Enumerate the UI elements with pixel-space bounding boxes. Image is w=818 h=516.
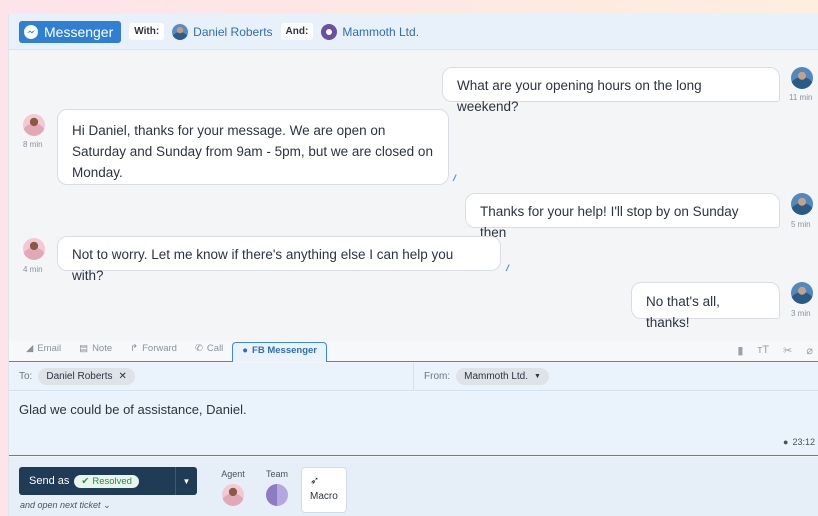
agent-selector[interactable]: Agent — [213, 469, 253, 506]
rocket-icon: ➶ — [310, 475, 320, 487]
send-icon: ◢ — [26, 343, 34, 354]
tab-email[interactable]: ◢ Email — [17, 340, 70, 361]
composer-tabs: ◢ Email ▤ Note ↱ Forward ✆ Call ● FB Mes… — [9, 341, 818, 362]
message-bubble: No that's all, thanks! — [631, 282, 780, 330]
customer-link[interactable]: Daniel Roberts — [172, 23, 273, 40]
customer-avatar — [791, 282, 813, 304]
reply-editor[interactable]: Glad we could be of assistance, Daniel. … — [9, 392, 818, 456]
sender-select[interactable]: Mammoth Ltd. ▼ — [456, 368, 549, 385]
message-text: No that's all, thanks! — [646, 294, 720, 330]
scissors-icon[interactable]: ✂ — [783, 344, 792, 357]
clock-icon: ● — [783, 437, 789, 447]
channel-label: Messenger — [44, 23, 114, 40]
note-icon: ▤ — [79, 343, 89, 354]
status-badge: ✔ Resolved — [74, 474, 139, 488]
next-ticket-option[interactable]: and open next ticket ⌄ — [20, 500, 111, 511]
tab-call[interactable]: ✆ Call — [186, 340, 232, 361]
status-label: Resolved — [92, 475, 132, 487]
message-text: Hi Daniel, thanks for your message. We a… — [72, 123, 433, 180]
team-selector[interactable]: Team — [257, 469, 297, 506]
tab-fb-messenger[interactable]: ● FB Messenger — [232, 342, 327, 362]
channel-badge: Messenger — [19, 20, 122, 43]
chevron-down-icon[interactable]: ▼ — [175, 467, 197, 495]
message-time: 4 min — [23, 265, 43, 274]
customer-avatar — [172, 23, 189, 40]
address-bar: To: Daniel Roberts ✕ From: Mammoth Ltd. … — [9, 363, 818, 391]
reply-text[interactable]: Glad we could be of assistance, Daniel. — [19, 402, 247, 417]
message-text: Not to worry. Let me know if there's any… — [72, 247, 454, 283]
message-bubble: Not to worry. Let me know if there's any… — [57, 236, 501, 283]
recipient-name: Daniel Roberts — [46, 371, 113, 382]
and-label: And: — [280, 23, 314, 40]
ticket-window: Messenger With: Daniel Roberts And: Mamm… — [8, 14, 818, 516]
composer-toolbar: ▮ ᴛT ✂ ⌀ — [737, 344, 813, 357]
message-bubble: Hi Daniel, thanks for your message. We a… — [57, 109, 449, 185]
organization-avatar — [321, 23, 338, 40]
send-label: Send as — [29, 475, 70, 487]
tab-label: Note — [92, 343, 113, 354]
sender-name: Mammoth Ltd. — [464, 371, 529, 382]
tab-label: Email — [37, 343, 62, 354]
customer-name: Daniel Roberts — [193, 24, 273, 39]
macro-button[interactable]: ➶ Macro — [301, 467, 347, 513]
messenger-icon: ● — [242, 345, 249, 356]
read-receipt-icon: // — [506, 263, 509, 273]
caret-down-icon: ▼ — [534, 373, 541, 380]
team-avatar — [266, 484, 288, 506]
macro-label: Macro — [310, 491, 338, 502]
conversation-header: Messenger With: Daniel Roberts And: Mamm… — [9, 14, 818, 50]
agent-label: Agent — [221, 469, 245, 479]
tab-label: Call — [206, 343, 224, 354]
messenger-icon — [24, 24, 38, 39]
timer: ● 23:12 — [783, 437, 815, 447]
message-time: 3 min — [791, 309, 811, 318]
recipient-chip[interactable]: Daniel Roberts ✕ — [38, 368, 135, 385]
message-time: 8 min — [23, 140, 43, 149]
organization-name: Mammoth Ltd. — [342, 24, 420, 39]
to-field[interactable]: To: Daniel Roberts ✕ — [9, 363, 413, 390]
from-label: From: — [424, 371, 451, 382]
message-bubble: Thanks for your help! I'll stop by on Su… — [465, 193, 780, 240]
agent-avatar — [23, 238, 45, 260]
agent-avatar — [222, 484, 244, 506]
check-icon: ✔ — [81, 475, 90, 487]
agent-avatar — [23, 114, 45, 136]
send-as-button[interactable]: Send as ✔ Resolved ▼ — [19, 467, 197, 495]
chevron-down-icon: ⌄ — [103, 500, 111, 510]
forward-icon: ↱ — [130, 343, 139, 354]
tab-label: Forward — [142, 343, 177, 354]
from-field[interactable]: From: Mammoth Ltd. ▼ — [413, 363, 818, 390]
next-ticket-label: and open next ticket — [20, 500, 101, 510]
tab-note[interactable]: ▤ Note — [70, 340, 121, 361]
action-footer: Send as ✔ Resolved ▼ and open next ticke… — [9, 457, 818, 516]
timer-value: 23:12 — [792, 437, 815, 447]
message-text: Thanks for your help! I'll stop by on Su… — [480, 204, 739, 240]
message-thread: What are your opening hours on the long … — [9, 51, 818, 341]
message-text: What are your opening hours on the long … — [457, 78, 702, 114]
tab-label: FB Messenger — [252, 345, 317, 356]
paperclip-icon[interactable]: ⌀ — [806, 344, 813, 357]
read-receipt-icon: // — [453, 173, 456, 183]
tab-forward[interactable]: ↱ Forward — [121, 340, 186, 361]
text-format-icon[interactable]: ᴛT — [757, 344, 769, 357]
close-icon[interactable]: ✕ — [119, 371, 127, 382]
phone-icon: ✆ — [194, 343, 203, 354]
message-bubble: What are your opening hours on the long … — [442, 67, 780, 114]
trash-icon[interactable]: ▮ — [737, 344, 743, 357]
customer-avatar — [791, 67, 813, 89]
to-label: To: — [19, 371, 33, 382]
customer-avatar — [791, 193, 813, 215]
with-label: With: — [129, 23, 165, 40]
team-label: Team — [265, 469, 288, 479]
message-time: 5 min — [791, 220, 811, 229]
message-time: 11 min — [789, 93, 813, 102]
organization-link[interactable]: Mammoth Ltd. — [321, 23, 420, 40]
